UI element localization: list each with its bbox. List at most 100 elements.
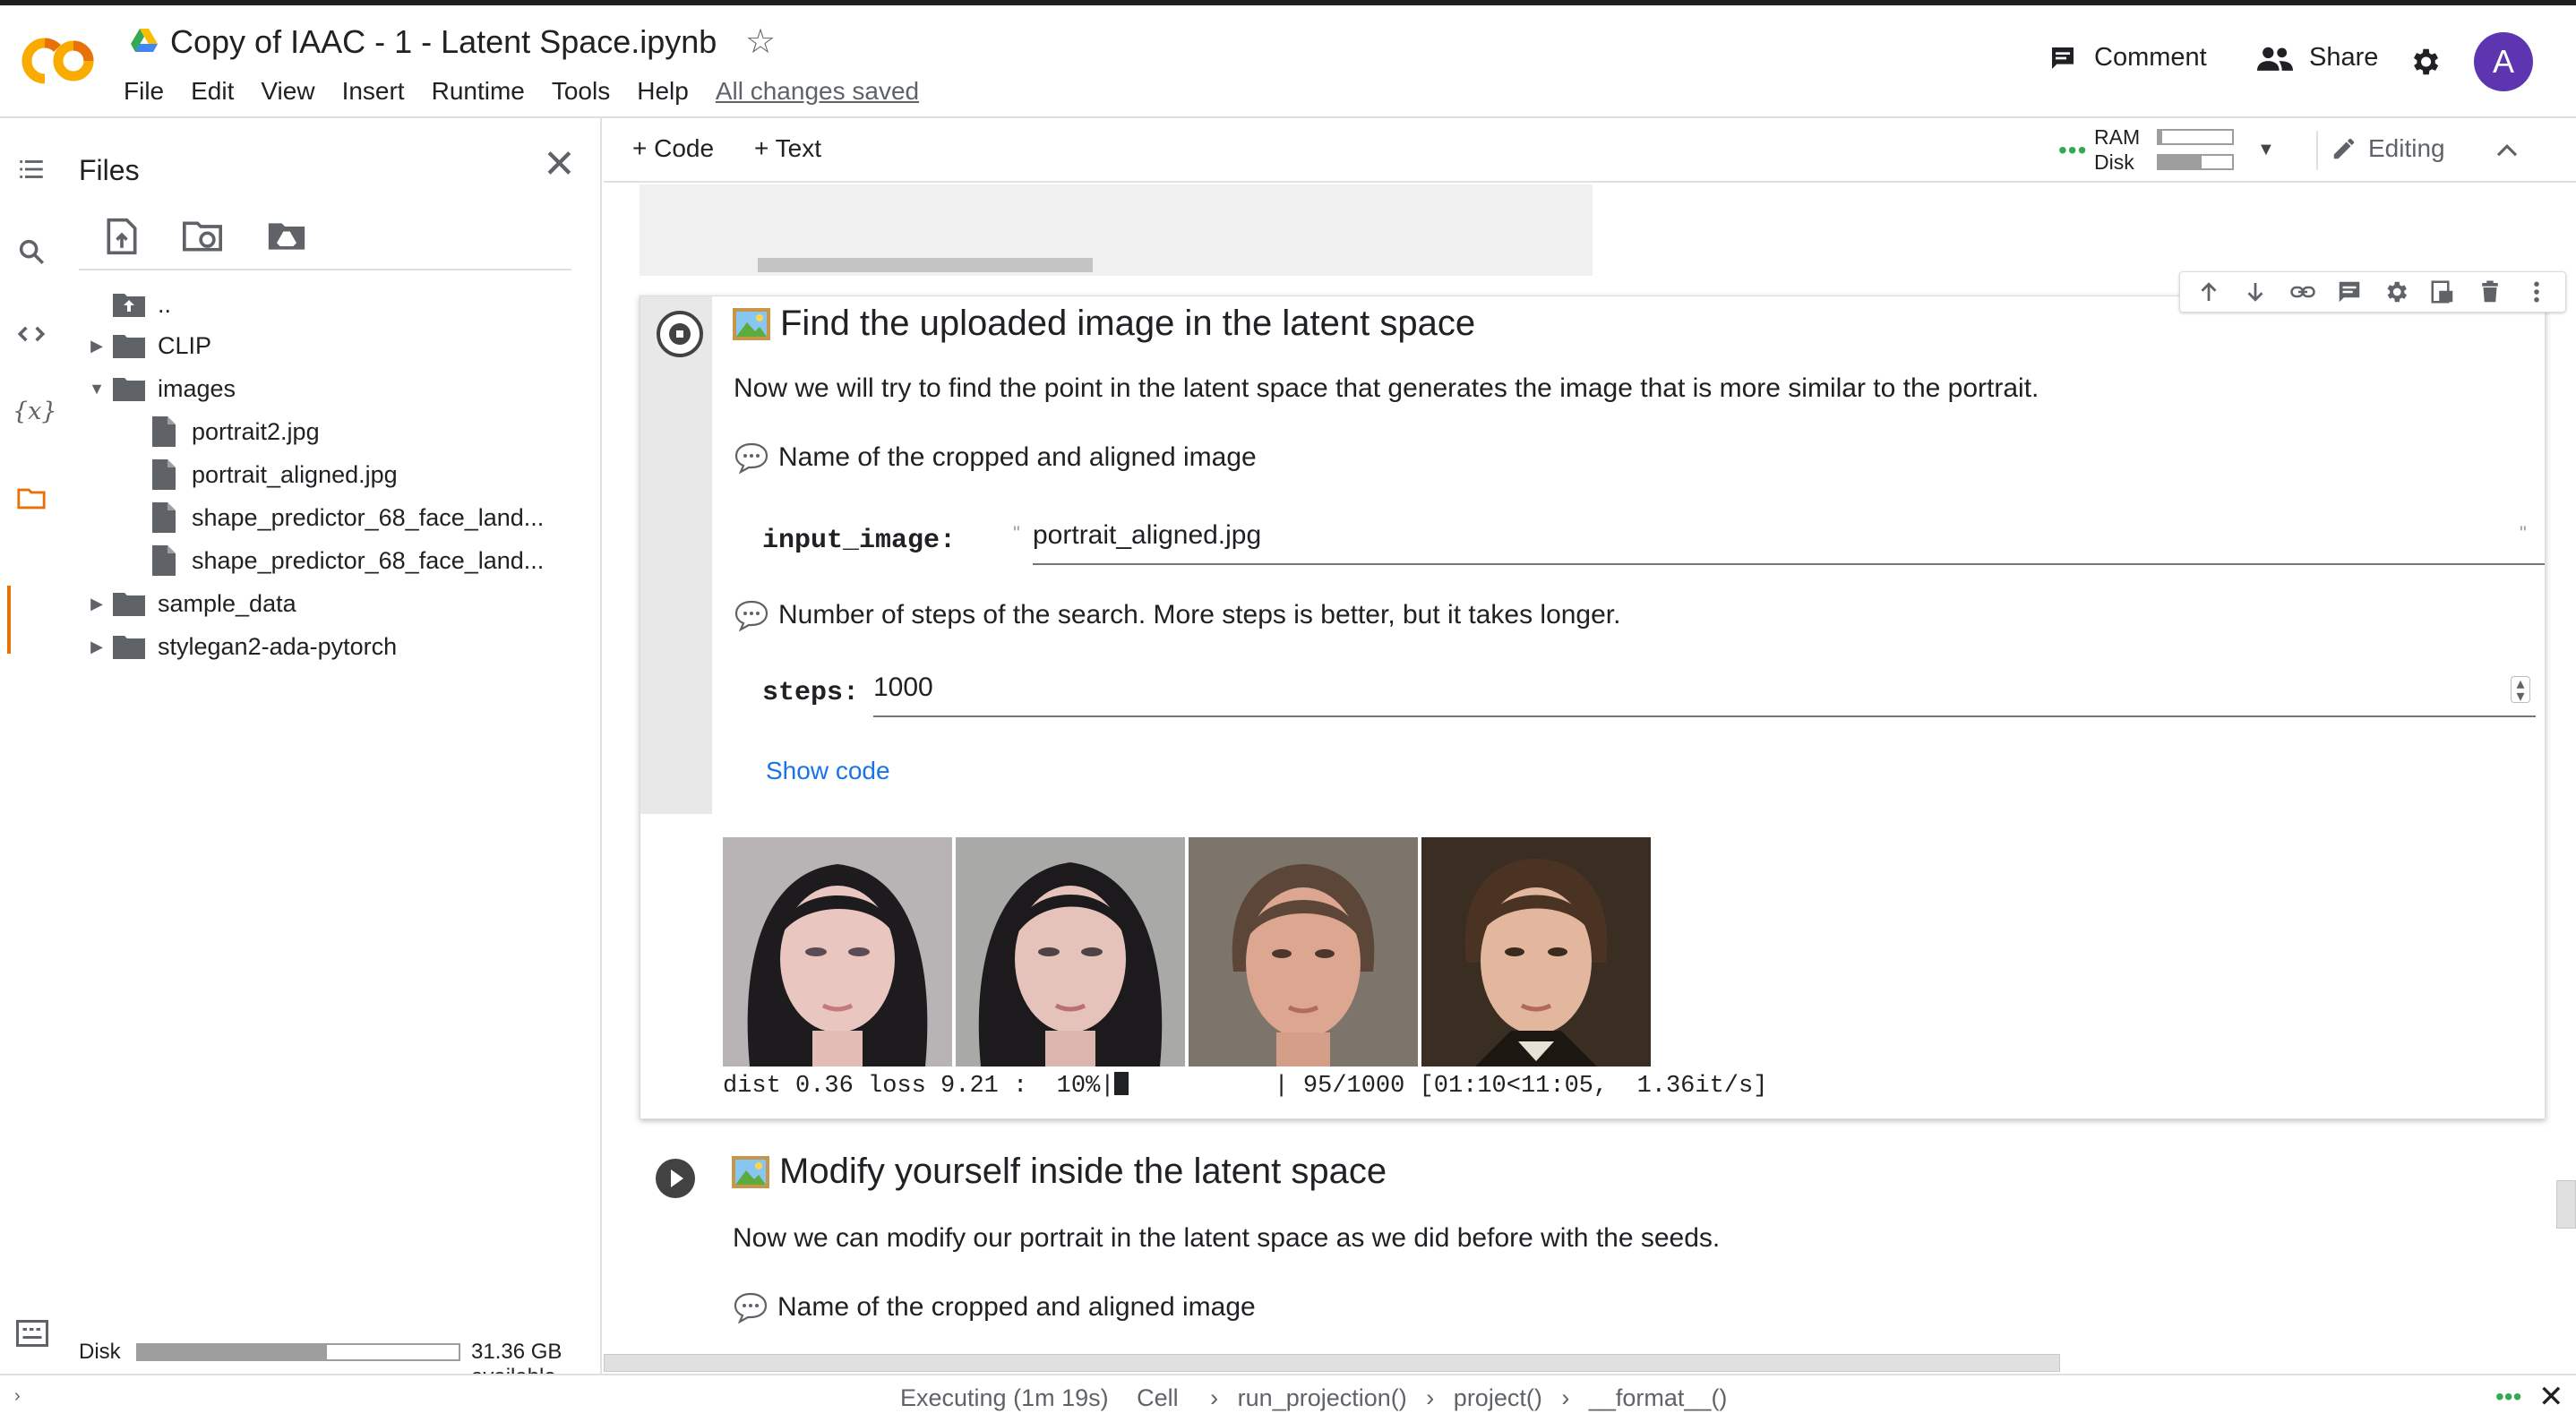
- input-image-field[interactable]: portrait_aligned.jpg: [1033, 520, 2545, 565]
- caret-right-icon[interactable]: ▶: [86, 595, 107, 613]
- run-cell-button[interactable]: [656, 1159, 695, 1198]
- previous-code-cell: [640, 184, 1593, 276]
- divider: [79, 269, 571, 270]
- chevron-down-icon[interactable]: ▼: [2257, 140, 2275, 160]
- file-icon: [152, 459, 176, 490]
- steps-label: steps:: [762, 678, 860, 708]
- tree-item-shape-predictor-1[interactable]: shape_predictor_68_face_land...: [152, 500, 544, 535]
- crumb-cell[interactable]: Cell: [1137, 1384, 1179, 1411]
- horizontal-scrollbar[interactable]: [758, 258, 1093, 272]
- portrait-output-4: [1421, 837, 1651, 1066]
- cell-toolbar: [2179, 271, 2566, 313]
- mount-drive-icon[interactable]: [265, 217, 308, 256]
- comment-icon[interactable]: [2336, 278, 2363, 305]
- user-avatar[interactable]: A: [2474, 32, 2533, 91]
- code-snippets-icon[interactable]: [16, 319, 48, 351]
- stop-execution-button[interactable]: [657, 311, 703, 357]
- variables-icon[interactable]: {x}: [13, 398, 57, 430]
- status-bar: › Executing (1m 19s) Cell › run_projecti…: [0, 1374, 2576, 1422]
- crumb-run-projection[interactable]: run_projection(): [1238, 1384, 1407, 1411]
- close-icon[interactable]: ✕: [543, 145, 576, 184]
- menu-runtime[interactable]: Runtime: [432, 77, 525, 106]
- menu-insert[interactable]: Insert: [342, 77, 405, 106]
- vertical-scrollbar-thumb[interactable]: [2556, 1180, 2576, 1229]
- form-note: Name of the cropped and aligned image: [734, 441, 1257, 474]
- cell-description: Now we will try to find the point in the…: [734, 373, 2039, 403]
- chevron-right-icon[interactable]: ›: [14, 1386, 21, 1407]
- disk-usage-bar[interactable]: [2157, 154, 2234, 170]
- gear-icon[interactable]: [2383, 278, 2409, 305]
- settings-gear-icon[interactable]: [2408, 45, 2442, 83]
- refresh-folder-icon[interactable]: [181, 217, 224, 256]
- cell-gutter: [640, 296, 712, 814]
- stop-icon: [669, 323, 691, 345]
- steps-stepper[interactable]: ▴ ▾: [2511, 675, 2530, 704]
- cell-heading: Find the uploaded image in the latent sp…: [732, 304, 1475, 344]
- tree-item-sample-data[interactable]: ▶ sample_data: [86, 586, 296, 621]
- runtime-status-dots-icon: •••: [2058, 136, 2088, 164]
- runtime-status-dots-icon: •••: [2495, 1383, 2522, 1410]
- arrow-up-icon[interactable]: [2195, 278, 2222, 305]
- steps-input[interactable]: 1000: [873, 672, 2536, 717]
- editing-label: Editing: [2368, 134, 2445, 162]
- mirror-cell-icon[interactable]: [2429, 278, 2456, 305]
- upload-file-icon[interactable]: [104, 217, 140, 256]
- tree-item-images[interactable]: ▼ images: [86, 371, 236, 407]
- star-icon[interactable]: ☆: [745, 21, 776, 62]
- editing-mode-button[interactable]: Editing: [2331, 134, 2445, 163]
- framed-picture-icon: [733, 307, 770, 340]
- search-icon[interactable]: [16, 236, 48, 269]
- menu-edit[interactable]: Edit: [191, 77, 234, 106]
- tree-item-label: shape_predictor_68_face_land...: [192, 503, 545, 531]
- show-code-link[interactable]: Show code: [766, 757, 890, 785]
- tree-item-portrait-aligned[interactable]: portrait_aligned.jpg: [152, 457, 398, 493]
- tree-item-portrait2[interactable]: portrait2.jpg: [152, 414, 320, 450]
- form-cell-find-image[interactable]: Find the uploaded image in the latent sp…: [640, 271, 2566, 1119]
- colab-logo-icon[interactable]: [21, 36, 97, 86]
- close-icon[interactable]: ✕: [2538, 1379, 2564, 1415]
- tree-item-clip[interactable]: ▶ CLIP: [86, 328, 211, 364]
- google-drive-icon[interactable]: [131, 29, 158, 52]
- tree-item-stylegan2[interactable]: ▶ stylegan2-ada-pytorch: [86, 629, 397, 664]
- tree-item-parent[interactable]: ..: [113, 287, 171, 322]
- menu-help[interactable]: Help: [637, 77, 689, 106]
- add-text-button[interactable]: + Text: [754, 134, 821, 163]
- crumb-project[interactable]: project(): [1454, 1384, 1542, 1411]
- progress-text-right: | 95/1000 [01:10<11:05, 1.36it/s]: [1129, 1073, 1768, 1100]
- left-icon-rail: {x}: [0, 118, 63, 1372]
- menu-file[interactable]: File: [124, 77, 164, 106]
- comment-button[interactable]: Comment: [2048, 43, 2207, 73]
- link-icon[interactable]: [2289, 278, 2316, 305]
- add-code-button[interactable]: + Code: [632, 134, 714, 163]
- arrow-down-icon[interactable]: [2242, 278, 2269, 305]
- caret-right-icon[interactable]: ▶: [86, 638, 107, 656]
- ram-usage-bar[interactable]: [2157, 129, 2234, 145]
- crumb-format[interactable]: __format__(): [1589, 1384, 1728, 1411]
- menu-tools[interactable]: Tools: [552, 77, 610, 106]
- speech-balloon-icon: [734, 442, 769, 474]
- menu-view[interactable]: View: [261, 77, 314, 106]
- caret-down-icon[interactable]: ▼: [86, 380, 107, 398]
- more-vert-icon[interactable]: [2523, 278, 2550, 305]
- save-status-link[interactable]: All changes saved: [716, 77, 919, 106]
- tree-item-shape-predictor-2[interactable]: shape_predictor_68_face_land...: [152, 543, 544, 578]
- chevron-up-icon[interactable]: [2494, 138, 2520, 167]
- caret-right-icon[interactable]: ▶: [86, 337, 107, 356]
- horizontal-scrollbar[interactable]: [604, 1354, 2060, 1372]
- framed-picture-icon: [732, 1155, 769, 1188]
- table-of-contents-icon[interactable]: [16, 154, 48, 186]
- files-panel: Files ✕ .. ▶ CLIP ▼ images portrait2.jpg…: [63, 118, 602, 1389]
- disk-usage-fill: [2159, 156, 2202, 168]
- disk-label: Disk: [2094, 150, 2134, 174]
- terminal-icon[interactable]: [16, 1320, 48, 1351]
- portrait-output-3: [1189, 837, 1418, 1066]
- share-button[interactable]: Share: [2257, 43, 2378, 73]
- notebook-title[interactable]: Copy of IAAC - 1 - Latent Space.ipynb: [170, 23, 717, 61]
- cell2-description: Now we can modify our portrait in the la…: [733, 1223, 1721, 1253]
- form-note-text: Name of the cropped and aligned image: [778, 442, 1257, 472]
- notebook-toolbar: + Code + Text ••• RAM Disk ▼ Editing: [604, 118, 2576, 183]
- output-images: [723, 837, 1651, 1066]
- delete-icon[interactable]: [2477, 278, 2503, 305]
- folder-icon[interactable]: [16, 484, 48, 516]
- tree-item-label: CLIP: [158, 331, 212, 359]
